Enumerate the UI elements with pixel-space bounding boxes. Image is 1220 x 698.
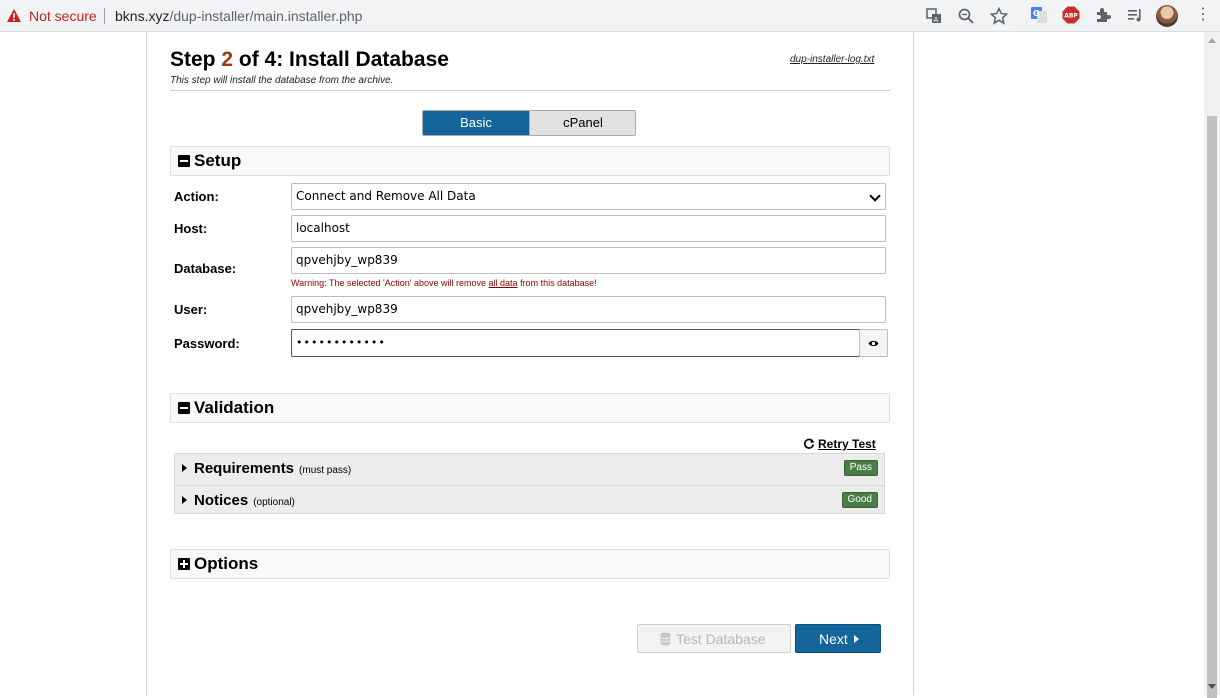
step-number: 2 xyxy=(221,48,234,71)
url-text[interactable]: bkns.xyz/dup-installer/main.installer.ph… xyxy=(115,8,362,24)
retry-test-link[interactable]: Retry Test xyxy=(803,437,876,451)
tab-cpanel[interactable]: cPanel xyxy=(529,111,635,135)
warning-icon xyxy=(7,9,21,22)
address-bar[interactable]: Not secure bkns.xyz/dup-installer/main.i… xyxy=(0,1,1016,30)
validation-checks: Requirements (must pass) Pass Notices (opt… xyxy=(174,453,885,514)
notices-title: Notices xyxy=(194,492,249,509)
collapse-icon xyxy=(178,402,190,414)
refresh-icon xyxy=(803,438,815,449)
options-section-header[interactable]: Options xyxy=(170,549,890,579)
bookmark-star-icon[interactable] xyxy=(990,7,1008,25)
security-indicator[interactable]: Not secure xyxy=(29,8,97,24)
user-label: User: xyxy=(174,302,208,317)
user-input[interactable]: qpvehjby_wp839 xyxy=(291,296,886,323)
browser-menu-icon[interactable]: ⋮ xyxy=(1195,7,1211,23)
setup-section-title: Setup xyxy=(194,151,242,170)
notices-row[interactable]: Notices (optional) Good xyxy=(175,485,884,516)
test-database-label: Test Database xyxy=(676,631,766,647)
svg-text:G: G xyxy=(1033,9,1040,18)
notices-status-badge: Good xyxy=(841,492,878,508)
svg-text:ABP: ABP xyxy=(1064,13,1078,20)
step-prefix: Step xyxy=(170,48,222,71)
scroll-thumb[interactable] xyxy=(1207,116,1217,698)
svg-text:A: A xyxy=(934,16,939,24)
caret-right-icon xyxy=(854,635,859,643)
action-label: Action: xyxy=(174,189,219,204)
tab-basic[interactable]: Basic xyxy=(423,111,529,135)
retry-test-label: Retry Test xyxy=(818,437,876,451)
password-label: Password: xyxy=(174,336,240,351)
url-path: /dup-installer/main.installer.php xyxy=(169,8,363,24)
collapse-icon xyxy=(178,155,190,167)
next-label: Next xyxy=(819,631,848,647)
database-icon xyxy=(660,632,671,646)
mode-tabs: Basic cPanel xyxy=(422,110,636,136)
installer-content: Step 2 of 4: Install Database This step … xyxy=(0,32,1204,695)
test-database-button[interactable]: Test Database xyxy=(637,624,791,653)
action-select[interactable]: Connect and Remove All Data xyxy=(291,183,886,210)
host-label: Host: xyxy=(174,221,208,236)
scroll-up-arrow[interactable] xyxy=(1208,38,1216,43)
warning-prefix: Warning: The selected 'Action' above wil… xyxy=(291,278,489,288)
requirements-note: (must pass) xyxy=(299,465,352,476)
action-selected-value: Connect and Remove All Data xyxy=(296,189,476,203)
caret-right-icon xyxy=(182,496,187,504)
database-warning: Warning: The selected 'Action' above wil… xyxy=(291,278,597,288)
requirements-row[interactable]: Requirements (must pass) Pass xyxy=(175,454,884,484)
page-title: Step 2 of 4: Install Database xyxy=(170,48,449,72)
warning-suffix: from this database! xyxy=(517,278,597,288)
zoom-icon[interactable] xyxy=(957,7,975,25)
url-host: bkns.xyz xyxy=(115,8,170,24)
host-input[interactable]: localhost xyxy=(291,215,886,242)
toggle-password-button[interactable] xyxy=(859,329,888,357)
next-button[interactable]: Next xyxy=(795,624,881,653)
expand-icon xyxy=(178,558,190,570)
profile-avatar[interactable] xyxy=(1156,5,1178,27)
media-controls-icon[interactable] xyxy=(1126,6,1144,24)
page-scrollbar[interactable] xyxy=(1204,32,1220,698)
step-suffix: of 4: Install Database xyxy=(233,48,449,71)
title-divider xyxy=(170,90,890,91)
extensions-puzzle-icon[interactable] xyxy=(1094,6,1112,24)
browser-toolbar: Not secure bkns.xyz/dup-installer/main.i… xyxy=(0,0,1220,32)
scroll-down-arrow[interactable] xyxy=(1208,684,1216,689)
requirements-title: Requirements xyxy=(194,460,295,477)
requirements-label: Requirements (must pass) xyxy=(194,460,351,477)
installer-log-link[interactable]: dup-installer-log.txt xyxy=(790,54,874,65)
requirements-status-badge: Pass xyxy=(843,460,878,476)
database-input[interactable]: qpvehjby_wp839 xyxy=(291,247,886,274)
adblock-plus-icon[interactable]: ABP xyxy=(1062,6,1080,24)
options-section-title: Options xyxy=(194,554,259,573)
notices-label: Notices (optional) xyxy=(194,492,295,509)
notices-note: (optional) xyxy=(253,497,295,508)
validation-section-header[interactable]: Validation xyxy=(170,393,890,423)
page-subtitle: This step will install the database from… xyxy=(170,75,394,86)
database-label: Database: xyxy=(174,261,237,276)
warning-all-data-link[interactable]: all data xyxy=(489,278,518,288)
caret-right-icon xyxy=(182,464,187,472)
password-input[interactable]: •••••••••••• xyxy=(291,329,860,357)
translate-page-icon[interactable]: A xyxy=(925,7,943,25)
google-translate-extension-icon[interactable]: G xyxy=(1030,6,1048,24)
chevron-down-icon xyxy=(869,190,881,202)
setup-section-header[interactable]: Setup xyxy=(170,146,890,176)
validation-section-title: Validation xyxy=(194,398,275,417)
address-divider xyxy=(104,8,105,24)
eye-icon xyxy=(868,340,879,347)
